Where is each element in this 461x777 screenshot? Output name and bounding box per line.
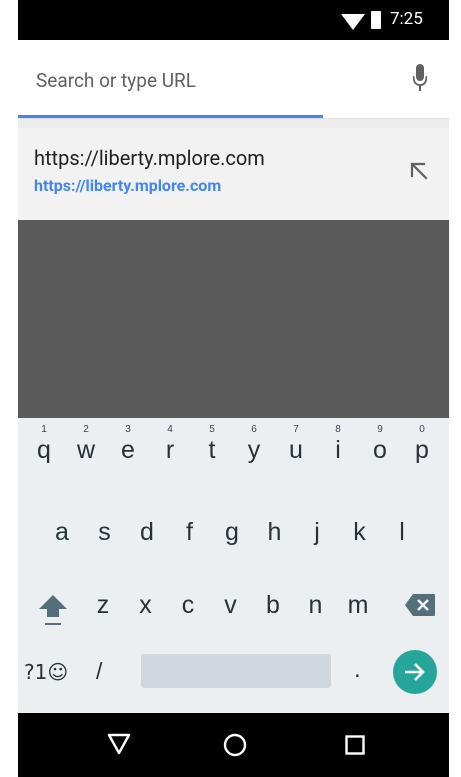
key-d[interactable]: d — [127, 500, 167, 560]
key-hint: 5 — [209, 424, 215, 435]
key-h[interactable]: h — [255, 500, 295, 560]
key-label: y — [247, 436, 261, 464]
key-x[interactable]: x — [126, 573, 166, 633]
key-label: q — [37, 436, 51, 464]
key-r[interactable]: 4r — [150, 418, 190, 478]
key-s[interactable]: s — [85, 500, 125, 560]
key-k[interactable]: k — [340, 500, 380, 560]
symbols-key[interactable]: ?1☺ — [24, 660, 68, 684]
key-label: s — [98, 518, 111, 546]
status-bar: 7:25 — [18, 0, 449, 40]
key-b[interactable]: b — [253, 573, 293, 633]
key-hint: 1 — [41, 424, 47, 435]
key-n[interactable]: n — [296, 573, 336, 633]
key-u[interactable]: 7u — [276, 418, 316, 478]
key-v[interactable]: v — [211, 573, 251, 633]
key-hint: 4 — [167, 424, 173, 435]
keyboard-row-1: 1q2w3e4r5t6y7u8i9o0p — [18, 418, 449, 478]
key-y[interactable]: 6y — [234, 418, 274, 478]
key-label: i — [335, 436, 341, 464]
keyboard-row-2: a s d f gh j k l — [18, 500, 449, 560]
page-content-overlay — [18, 220, 449, 418]
key-label: k — [353, 518, 366, 546]
key-label: j — [314, 518, 320, 546]
key-j[interactable]: j — [297, 500, 337, 560]
navigation-bar — [18, 713, 449, 777]
key-label: o — [373, 436, 387, 464]
key-label: v — [224, 591, 237, 619]
key-label: z — [96, 591, 110, 619]
key-label: b — [266, 591, 280, 619]
period-key[interactable]: . — [354, 656, 361, 684]
key-l[interactable]: l — [382, 500, 422, 560]
key-q[interactable]: 1q — [24, 418, 64, 478]
key-label: c — [181, 591, 195, 619]
key-c[interactable]: c — [168, 573, 208, 633]
key-a[interactable]: a — [42, 500, 82, 560]
key-label: p — [415, 436, 429, 464]
key-g[interactable]: g — [212, 500, 252, 560]
slash-key[interactable]: / — [96, 658, 102, 685]
phone-screen: 7:25 https://liberty.mplore.com https://… — [18, 0, 449, 777]
key-hint: 2 — [83, 424, 89, 435]
go-button[interactable] — [393, 650, 437, 694]
url-input-underline — [18, 115, 323, 118]
key-hint: 7 — [293, 424, 299, 435]
space-key[interactable] — [141, 654, 331, 688]
key-label: n — [308, 591, 323, 619]
key-label: l — [399, 518, 405, 546]
key-label: h — [267, 518, 282, 546]
search-input[interactable] — [34, 62, 388, 98]
key-label: a — [55, 518, 69, 546]
soft-keyboard: 1q2w3e4r5t6y7u8i9o0p asdfghjkl zxcvbnm ?… — [18, 418, 449, 713]
key-z[interactable]: z — [83, 573, 123, 633]
mic-icon[interactable] — [413, 64, 427, 94]
recents-square-icon[interactable] — [345, 735, 365, 755]
key-i[interactable]: 8i — [318, 418, 358, 478]
go-arrow-icon — [405, 663, 425, 681]
key-label: d — [140, 518, 154, 546]
shift-icon[interactable] — [37, 593, 69, 627]
battery-icon — [371, 11, 381, 29]
status-time: 7:25 — [390, 9, 423, 29]
key-label: r — [165, 436, 175, 464]
suggestion-url: https://liberty.mplore.com — [34, 176, 222, 195]
key-w[interactable]: 2w — [66, 418, 106, 478]
keyboard-row-3: z x c v bnm — [18, 573, 449, 633]
back-triangle-icon[interactable] — [107, 733, 131, 755]
backspace-icon[interactable] — [404, 593, 436, 617]
key-p[interactable]: 0p — [402, 418, 442, 478]
suggestion-title: https://liberty.mplore.com — [34, 146, 265, 170]
key-e[interactable]: 3e — [108, 418, 148, 478]
wifi-icon — [341, 14, 365, 30]
key-label: x — [139, 591, 152, 619]
key-label: m — [347, 591, 369, 619]
home-circle-icon[interactable] — [223, 733, 247, 757]
key-label: e — [121, 436, 135, 464]
suggestion-item[interactable]: https://liberty.mplore.com https://liber… — [18, 128, 449, 220]
key-hint: 6 — [251, 424, 257, 435]
key-hint: 8 — [335, 424, 341, 435]
key-label: t — [208, 436, 216, 464]
key-hint: 3 — [125, 424, 131, 435]
key-hint: 0 — [419, 424, 425, 435]
key-hint: 9 — [377, 424, 383, 435]
key-f[interactable]: f — [170, 500, 210, 560]
refine-arrow-icon[interactable] — [408, 160, 430, 182]
key-o[interactable]: 9o — [360, 418, 400, 478]
url-bar — [18, 40, 449, 119]
key-t[interactable]: 5t — [192, 418, 232, 478]
key-label: w — [76, 436, 96, 464]
key-label: u — [289, 436, 303, 464]
key-label: g — [225, 518, 239, 546]
key-m[interactable]: m — [338, 573, 378, 633]
key-label: f — [186, 518, 193, 546]
